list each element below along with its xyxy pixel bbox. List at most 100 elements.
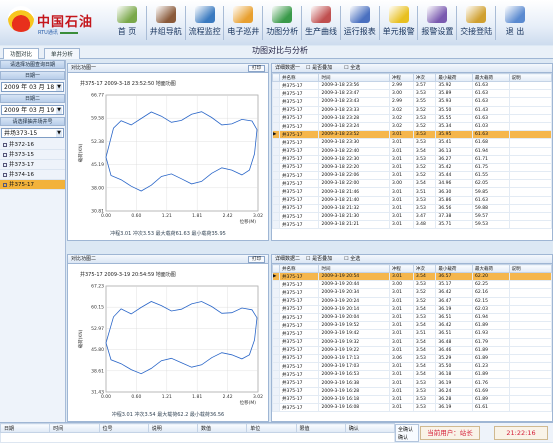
table-row[interactable]: 井375-17 2009-3-18 22:06 3.01 3.52 35.44 61.55 [272,171,552,181]
table-row[interactable]: 井375-17 2009-3-18 21:21 3.01 3.48 35.71 59.53 [272,220,552,230]
column-header[interactable]: 最大载荷 [472,73,510,82]
confirm-all-button[interactable]: 全确认 [396,425,418,434]
well-list-item[interactable]: 井373-15 [0,150,65,160]
date1-picker[interactable]: 2009 年 03 月 18 日 ▼ [1,82,64,92]
alarm-column-header[interactable]: 单位 [246,423,297,433]
column-header[interactable]: 最小载荷 [435,73,474,82]
well-list-item[interactable]: 井375-17 [0,180,65,190]
table-row[interactable]: 井375-17 2009-3-19 20:04 3.01 3.53 36.51 61.94 [272,312,552,323]
table-row[interactable]: 井375-17 2009-3-18 23:24 3.02 3.52 35.34 61.03 [272,121,552,132]
row-indicator [272,211,281,222]
table-row[interactable]: 井375-17 2009-3-18 23:43 2.99 3.55 35.93 61.63 [272,97,552,107]
confirm-button[interactable]: 确认 [396,434,418,441]
table-row[interactable]: 井375-17 2009-3-19 16:18 3.01 3.53 36.28 61.89 [272,394,552,405]
nav-button-2[interactable]: 流程监控 [186,4,224,42]
column-header[interactable]: 时间 [318,73,390,82]
nav-button-9[interactable]: 交接登陆 [457,4,495,42]
nav-button-3[interactable]: 电子巡井 [224,4,262,42]
table-row[interactable]: 井375-17 2009-3-18 23:47 3.00 3.53 35.89 61.63 [272,89,552,99]
table-row[interactable]: ▶ 井375-17 2009-3-19 20:54 3.01 3.54 36.57 62.2… [272,271,552,282]
table-row[interactable]: 井375-17 2009-3-18 21:30 3.01 3.47 37.38 59.57 [272,211,552,222]
well-checkbox[interactable] [3,172,7,177]
table-row[interactable]: 井375-17 2009-3-18 21:40 3.01 3.53 35.86 61.63 [272,195,552,205]
date2-picker[interactable]: 2009 年 03 月 19 日 ▼ [1,105,64,115]
table-row[interactable]: 井375-17 2009-3-18 23:56 2.99 3.57 35.92 61.63 [272,80,552,91]
table-cell: 36.46 [435,345,474,355]
table-row[interactable]: 井375-17 2009-3-19 19:22 3.01 3.54 36.46 61.89 [272,345,552,355]
table-cell: 井375-17 [279,121,320,132]
table-row[interactable]: 井375-17 2009-3-19 16:53 3.01 3.54 36.18 61.89 [272,370,552,380]
dropdown-arrow-icon[interactable]: ▼ [56,130,62,137]
column-header[interactable]: 井名称 [279,73,320,82]
well-group-select[interactable]: 井场373-15 ▼ [1,128,64,138]
alarm-column-header[interactable]: 限值 [295,423,346,433]
alarm-column-header[interactable]: 日期 [0,423,51,433]
row-indicator [272,378,281,388]
chart1-print-button[interactable]: 打印 [248,65,265,72]
alarm-column-header[interactable]: 时间 [49,423,100,433]
table-row[interactable]: 井375-17 2009-3-18 23:30 3.01 3.53 35.41 61.68 [272,138,552,148]
table-row[interactable]: 井375-17 2009-3-19 19:52 3.01 3.54 36.42 61.89 [272,321,552,331]
table-row[interactable]: 井375-17 2009-3-19 19:42 3.01 3.51 36.51 61.93 [272,329,552,339]
table-row[interactable]: 井375-17 2009-3-18 21:46 3.01 3.51 36.30 59.85 [272,187,552,197]
alarm-column-header[interactable]: 数值 [196,423,248,433]
table-row[interactable]: 井375-17 2009-3-18 21:32 3.01 3.53 36.56 59.88 [272,203,552,214]
nav-button-8[interactable]: 报警设置 [418,4,456,42]
table-row[interactable]: 井375-17 2009-3-19 20:34 3.01 3.52 36.42 62.16 [272,288,552,298]
column-header[interactable]: 冲程 [388,264,414,273]
table-row[interactable]: 井375-17 2009-3-19 19:32 3.01 3.54 36.48 61.79 [272,337,552,347]
table-cell: 2009-3-18 23:56 [318,80,390,91]
alarm-column-header[interactable]: 确认 [344,423,396,433]
table-row[interactable]: ▶ 井375-17 2009-3-18 23:52 3.01 3.53 35.95 61.6… [272,130,552,140]
well-list-item[interactable]: 井374-16 [0,170,65,180]
table-row[interactable]: 井375-17 2009-3-18 22:30 3.01 3.53 36.27 61.71 [272,154,552,164]
dropdown-arrow-icon[interactable]: ▼ [56,107,62,114]
column-header[interactable]: 时间 [318,264,390,273]
well-checkbox[interactable] [3,182,7,187]
table-row[interactable]: 井375-17 2009-3-18 22:00 3.00 3.54 34.96 62.05 [272,179,552,189]
table-row[interactable]: 井375-17 2009-3-18 22:40 3.01 3.54 36.13 61.94 [272,146,552,156]
grid1-selectall-checkbox[interactable]: ☐ 全选 [344,65,366,71]
nav-button-10[interactable]: 退 出 [496,4,534,42]
well-checkbox[interactable] [3,142,7,147]
table-row[interactable]: 井375-17 2009-3-18 23:33 3.02 3.52 35.50 61.43 [272,105,552,115]
table-row[interactable]: 井375-17 2009-3-18 22:20 3.01 3.52 35.42 61.75 [272,162,552,173]
nav-button-5[interactable]: 生产曲线 [302,4,340,42]
table-row[interactable]: 井375-17 2009-3-18 23:28 3.02 3.53 35.55 61.63 [272,113,552,123]
alarm-column-header[interactable]: 位号 [98,423,149,433]
alarm-column-header[interactable]: 说明 [147,423,199,433]
nav-button-7[interactable]: 单元报警 [380,4,418,42]
well-checkbox[interactable] [3,152,7,157]
nav-button-4[interactable]: 功图分析 [263,4,301,42]
column-header[interactable]: 最小载荷 [435,264,474,273]
table-row[interactable]: 井375-17 2009-3-19 20:24 3.01 3.52 36.47 62.15 [272,296,552,306]
column-header[interactable]: 最大载荷 [472,264,510,273]
tab-chart-compare[interactable]: 功图对比 [3,48,40,59]
table-row[interactable]: 井375-17 2009-3-19 16:38 3.01 3.53 36.19 61.76 [272,378,552,388]
column-header[interactable]: 冲程 [388,73,414,82]
column-header[interactable]: 井名称 [279,264,320,273]
nav-button-1[interactable]: 井组导航 [147,4,185,42]
grid2-selectall-checkbox[interactable]: ☐ 全选 [344,256,366,262]
table-cell: 3.01 [388,378,414,388]
nav-button-6[interactable]: 运行报表 [341,4,379,42]
table-row[interactable]: 井375-17 2009-3-19 16:08 3.01 3.53 36.19 61.61 [272,402,552,413]
column-header[interactable]: 说明 [508,264,552,273]
column-header[interactable]: 冲次 [412,264,437,273]
well-list-item[interactable]: 井373-17 [0,160,65,170]
column-header[interactable]: 说明 [508,73,552,82]
tab-single-well[interactable]: 单井分析 [44,48,81,59]
table-row[interactable]: 井375-17 2009-3-19 16:28 3.01 3.53 36.24 61.69 [272,386,552,396]
table-row[interactable]: 井375-17 2009-3-19 17:13 3.06 3.53 35.29 61.89 [272,353,552,364]
column-header[interactable]: 冲次 [412,73,437,82]
well-checkbox[interactable] [3,162,7,167]
well-list-item[interactable]: 井372-16 [0,140,65,150]
grid2-overlay-checkbox[interactable]: ☐ 是否叠加 [306,256,338,262]
chart2-print-button[interactable]: 打印 [248,256,265,263]
table-row[interactable]: 井375-17 2009-3-19 17:03 3.01 3.54 35.50 61.23 [272,362,552,372]
grid1-overlay-checkbox[interactable]: ☐ 是否叠加 [306,65,338,71]
dropdown-arrow-icon[interactable]: ▼ [56,84,62,91]
table-row[interactable]: 井375-17 2009-3-19 20:14 3.01 3.54 36.19 62.03 [272,304,552,314]
nav-button-0[interactable]: 首 页 [108,4,146,42]
table-row[interactable]: 井375-17 2009-3-19 20:44 3.00 3.53 35.17 62.25 [272,280,552,290]
